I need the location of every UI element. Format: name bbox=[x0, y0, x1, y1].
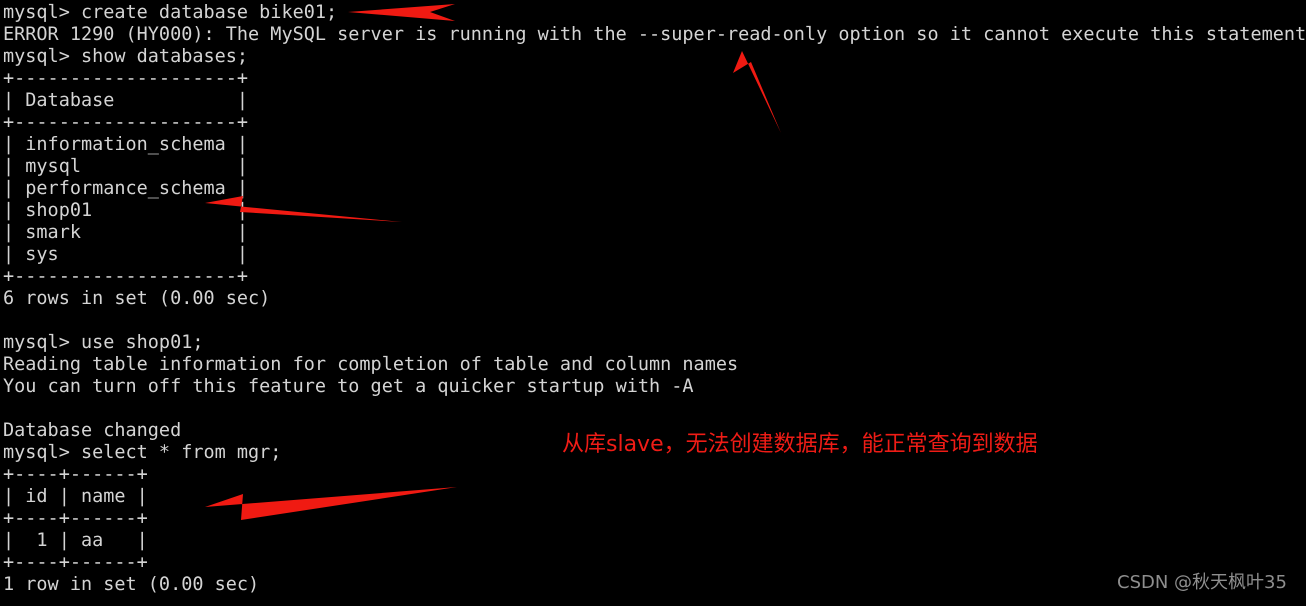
terminal-line: +----+------+ bbox=[3, 508, 148, 529]
terminal-line: | sys | bbox=[3, 244, 249, 265]
terminal-line: mysql> create database bike01; bbox=[3, 2, 338, 23]
terminal-line: | Database | bbox=[3, 90, 249, 111]
watermark-label: CSDN @秋天枫叶35 bbox=[1117, 572, 1287, 593]
terminal-line: | 1 | aa | bbox=[3, 530, 148, 551]
terminal-line: +--------------------+ bbox=[3, 112, 249, 133]
terminal-line: Reading table information for completion… bbox=[3, 354, 739, 375]
terminal-line: +----+------+ bbox=[3, 464, 148, 485]
terminal-line: | id | name | bbox=[3, 486, 148, 507]
terminal-line: | shop01 | bbox=[3, 200, 249, 221]
terminal-line: Database changed bbox=[3, 420, 182, 441]
terminal-line: 6 rows in set (0.00 sec) bbox=[3, 288, 271, 309]
terminal-line: +----+------+ bbox=[3, 552, 148, 573]
terminal-window[interactable]: mysql> create database bike01; ERROR 1290… bbox=[0, 0, 1306, 606]
terminal-line: mysql> show databases; bbox=[3, 46, 249, 67]
terminal-line: | performance_schema | bbox=[3, 178, 249, 199]
terminal-line: 1 row in set (0.00 sec) bbox=[3, 574, 260, 595]
terminal-line: | smark | bbox=[3, 222, 249, 243]
annotation-caption: 从库slave，无法创建数据库，能正常查询到数据 bbox=[562, 432, 1038, 457]
terminal-line: You can turn off this feature to get a q… bbox=[3, 376, 694, 397]
terminal-line: +--------------------+ bbox=[3, 68, 249, 89]
terminal-line: | information_schema | bbox=[3, 134, 249, 155]
terminal-line: +--------------------+ bbox=[3, 266, 249, 287]
terminal-line: | mysql | bbox=[3, 156, 249, 177]
terminal-line: mysql> select * from mgr; bbox=[3, 442, 282, 463]
terminal-line: mysql> use shop01; bbox=[3, 332, 204, 353]
terminal-line: ERROR 1290 (HY000): The MySQL server is … bbox=[3, 24, 1306, 45]
